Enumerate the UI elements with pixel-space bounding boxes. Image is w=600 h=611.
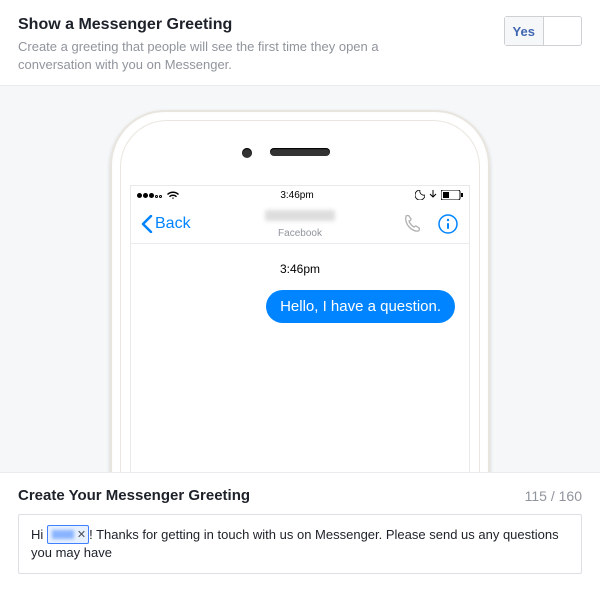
char-counter: 115 / 160 xyxy=(525,488,582,504)
message-bubble: Hello, I have a question. xyxy=(266,290,455,323)
back-button[interactable]: Back xyxy=(141,215,191,233)
wifi-icon xyxy=(167,191,179,200)
section-title: Show a Messenger Greeting xyxy=(18,16,504,34)
editor-title: Create Your Messenger Greeting xyxy=(18,487,250,504)
phone-preview: 3:46pm Back Facebook xyxy=(0,85,600,473)
chevron-left-icon xyxy=(141,215,153,233)
moon-icon xyxy=(415,190,425,200)
name-token[interactable]: ✕ xyxy=(47,525,89,544)
toggle-no[interactable] xyxy=(544,17,582,45)
phone-frame: 3:46pm Back Facebook xyxy=(110,110,490,473)
greeting-input[interactable]: Hi ✕! Thanks for getting in touch with u… xyxy=(18,514,582,574)
battery-icon xyxy=(441,190,463,200)
toggle-yes[interactable]: Yes xyxy=(505,17,544,45)
info-icon[interactable] xyxy=(437,213,459,235)
status-bar: 3:46pm xyxy=(131,186,469,204)
greeting-text-prefix: Hi xyxy=(31,527,47,542)
phone-icon[interactable] xyxy=(401,213,423,235)
section-description: Create a greeting that people will see t… xyxy=(18,38,398,73)
status-time: 3:46pm xyxy=(280,190,313,201)
chat-title xyxy=(265,210,335,221)
back-label: Back xyxy=(155,215,191,233)
signal-icon xyxy=(137,190,163,201)
message-timestamp: 3:46pm xyxy=(145,262,455,276)
arrow-icon xyxy=(429,190,437,200)
greeting-text-body: ! Thanks for getting in touch with us on… xyxy=(31,527,559,560)
greeting-toggle[interactable]: Yes xyxy=(504,16,582,46)
messenger-nav: Back Facebook xyxy=(131,204,469,244)
close-icon[interactable]: ✕ xyxy=(77,529,86,541)
